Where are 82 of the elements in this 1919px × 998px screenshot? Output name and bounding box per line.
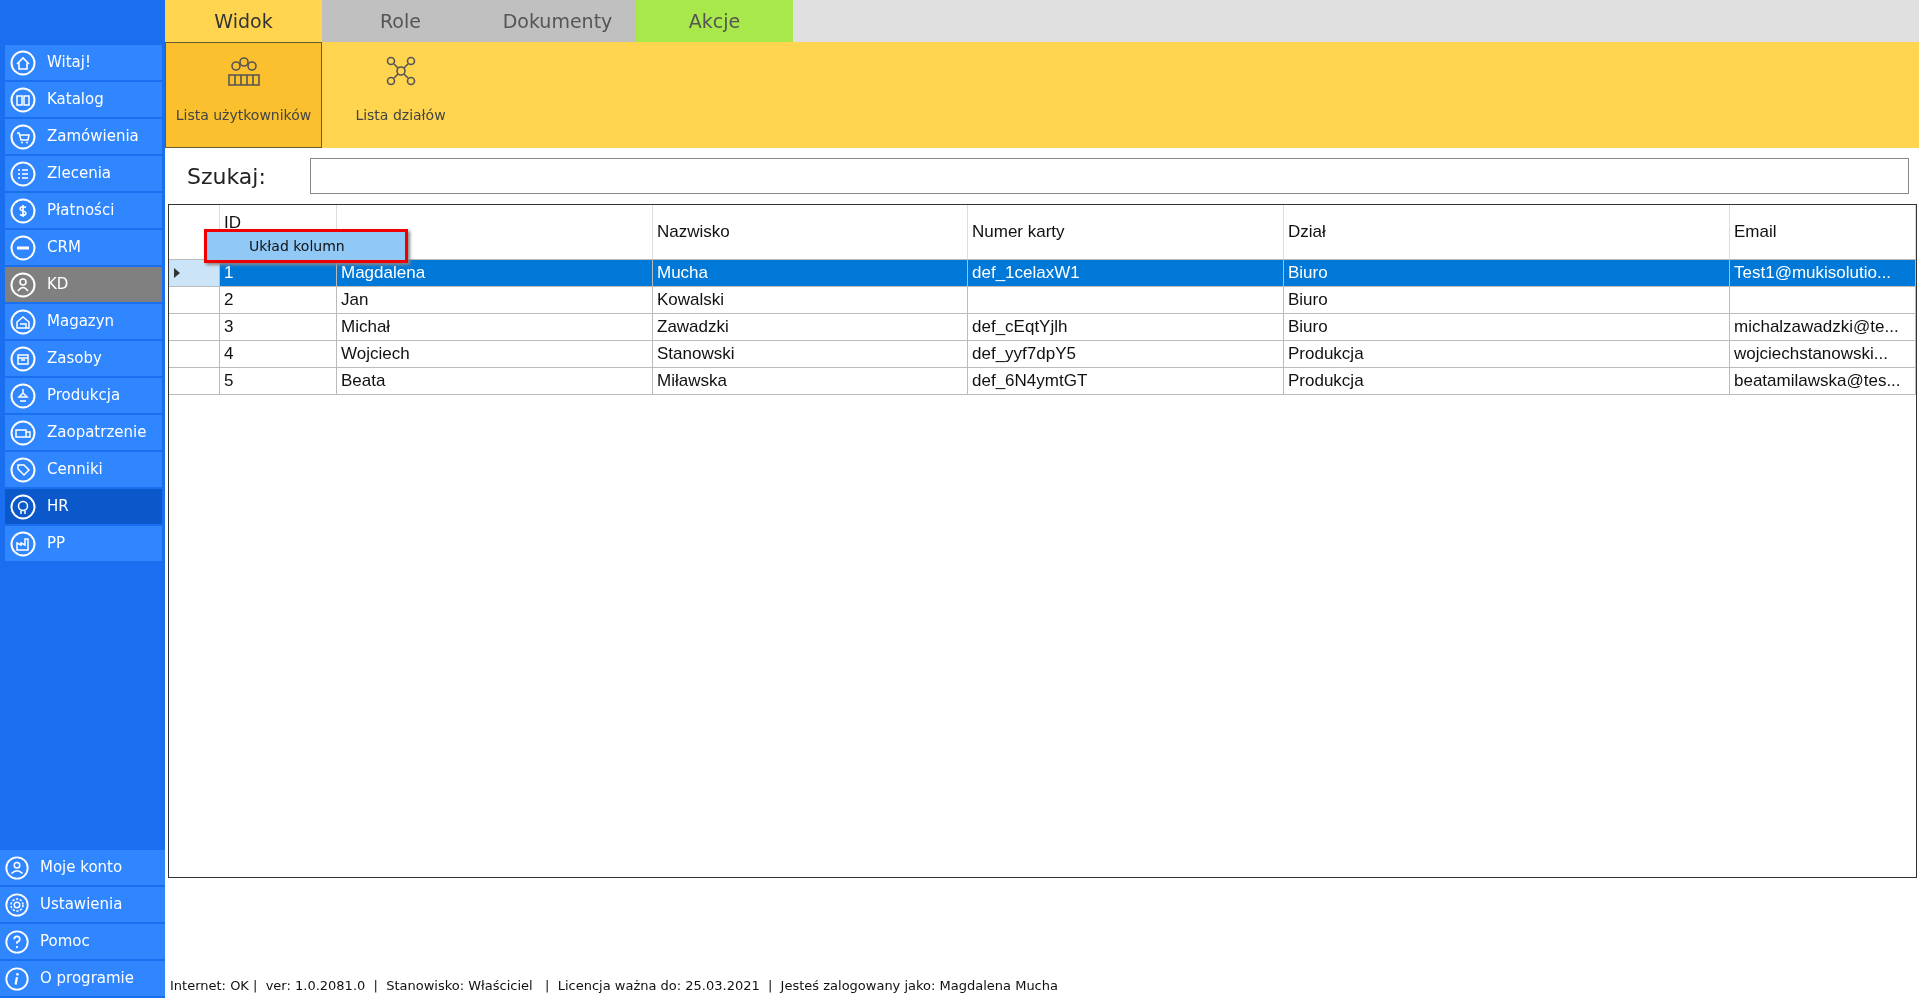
info-icon <box>4 965 30 992</box>
sidebar-item[interactable]: Zasoby <box>5 341 162 376</box>
table-cell: Test1@mukisolutio... <box>1734 262 1892 282</box>
sidebar-item[interactable]: Pomoc <box>0 924 165 959</box>
status-text: Internet: OK | ver: 1.0.2081.0 | Stanowisko: Właściciel | Licencja ważna do: 25.03.2021 | Jesteś zalogowany jako: Magdalena Mucha <box>170 977 1058 993</box>
ribbon-tab[interactable]: Widok <box>165 0 322 42</box>
toolbar-button[interactable]: Lista działów <box>322 42 479 148</box>
settings-icon <box>4 891 30 918</box>
sidebar-item[interactable]: KD <box>5 267 162 302</box>
table-cell: Wojciech <box>341 343 410 363</box>
column-header: Dział <box>1288 222 1326 241</box>
sidebar-item[interactable]: Zamówienia <box>5 119 162 154</box>
table-cell: 4 <box>224 343 234 363</box>
table-cell: michalzawadzki@te... <box>1734 316 1899 336</box>
table-cell: beatamilawska@tes... <box>1734 370 1901 390</box>
table-cell: Biuro <box>1288 289 1328 309</box>
table-cell: Mucha <box>657 262 709 282</box>
person-icon <box>4 854 30 881</box>
toolbar-button[interactable]: Lista użytkowników <box>165 42 322 148</box>
column-header: ID <box>224 213 241 232</box>
ribbon-tab[interactable]: Akcje <box>636 0 793 42</box>
table-row[interactable]: 3 Michał Zawadzki def_cEqtYjlh Biuro michalzawadzki@te... <box>169 313 1916 340</box>
box-icon <box>9 344 37 373</box>
column-header: Nazwisko <box>657 222 730 241</box>
person-icon <box>9 270 37 299</box>
table-cell: Beata <box>341 370 386 390</box>
column-header: Numer karty <box>972 222 1065 241</box>
sidebar-item[interactable]: Moje konto <box>0 850 165 885</box>
warehouse-icon <box>9 307 37 336</box>
book-icon <box>9 85 37 114</box>
column-header: Email <box>1734 222 1777 241</box>
context-menu-item[interactable]: Układ kolumn <box>204 229 408 263</box>
table-cell: Produkcja <box>1288 343 1364 363</box>
row-pointer-icon <box>173 268 181 279</box>
table-row[interactable]: 1 Magdalena Mucha def_1celaxW1 Biuro Test1@mukisolutio... <box>169 259 1916 286</box>
table-row[interactable]: 5 Beata Miławska def_6N4ymtGT Produkcja beatamilawska@tes... <box>169 367 1916 394</box>
table-cell: Biuro <box>1288 316 1328 336</box>
table-cell: wojciechstanowski... <box>1734 343 1888 363</box>
search-field[interactable] <box>309 158 1909 194</box>
sidebar-item[interactable]: PP <box>5 526 162 561</box>
table-cell: Biuro <box>1288 262 1328 282</box>
help-icon <box>4 928 30 955</box>
sidebar-item[interactable]: Płatności <box>5 193 162 228</box>
table-cell: 5 <box>224 370 234 390</box>
table-row[interactable]: 2 Jan Kowalski Biuro <box>169 286 1916 313</box>
table-cell: Kowalski <box>657 289 725 309</box>
sidebar-item[interactable]: Witaj! <box>5 45 162 80</box>
table-cell: Michał <box>341 316 391 336</box>
ribbon-tab[interactable]: Dokumenty <box>479 0 636 42</box>
sidebar-item[interactable]: O programie <box>0 961 165 996</box>
sidebar-item[interactable]: Produkcja <box>5 378 162 413</box>
tag-icon <box>9 455 37 484</box>
dollar-icon <box>9 196 37 225</box>
table-cell: 1 <box>224 262 234 282</box>
table-cell: Magdalena <box>341 262 426 282</box>
sidebar-item[interactable]: Ustawienia <box>0 887 165 922</box>
table-cell: 2 <box>224 289 234 309</box>
list-icon <box>9 159 37 188</box>
house-icon <box>9 48 37 77</box>
table-cell: Stanowski <box>657 343 735 363</box>
table-cell: Produkcja <box>1288 370 1364 390</box>
table-cell: def_yyf7dpY5 <box>972 343 1076 363</box>
factory-icon <box>9 529 37 558</box>
table-cell: Zawadzki <box>657 316 729 336</box>
search-label: Szukaj: <box>187 162 266 191</box>
table-cell: def_6N4ymtGT <box>972 370 1088 390</box>
sidebar-item[interactable]: Zlecenia <box>5 156 162 191</box>
ribbon-tab[interactable]: Role <box>322 0 479 42</box>
lamp-icon <box>9 381 37 410</box>
sidebar-item[interactable]: Zaopatrzenie <box>5 415 162 450</box>
table-cell: 3 <box>224 316 234 336</box>
sidebar-item[interactable]: CRM <box>5 230 162 265</box>
table-cell: Miławska <box>657 370 727 390</box>
sidebar-item[interactable]: Katalog <box>5 82 162 117</box>
table-cell: def_cEqtYjlh <box>972 316 1068 336</box>
table-cell: Jan <box>341 289 369 309</box>
sidebar-item[interactable]: HR <box>5 489 162 524</box>
cart-icon <box>9 122 37 151</box>
table-cell: def_1celaxW1 <box>972 262 1080 282</box>
sidebar-item[interactable]: Cenniki <box>5 452 162 487</box>
sidebar-item[interactable]: Magazyn <box>5 304 162 339</box>
table-row[interactable]: 4 Wojciech Stanowski def_yyf7dpY5 Produkcja wojciechstanowski... <box>169 340 1916 367</box>
